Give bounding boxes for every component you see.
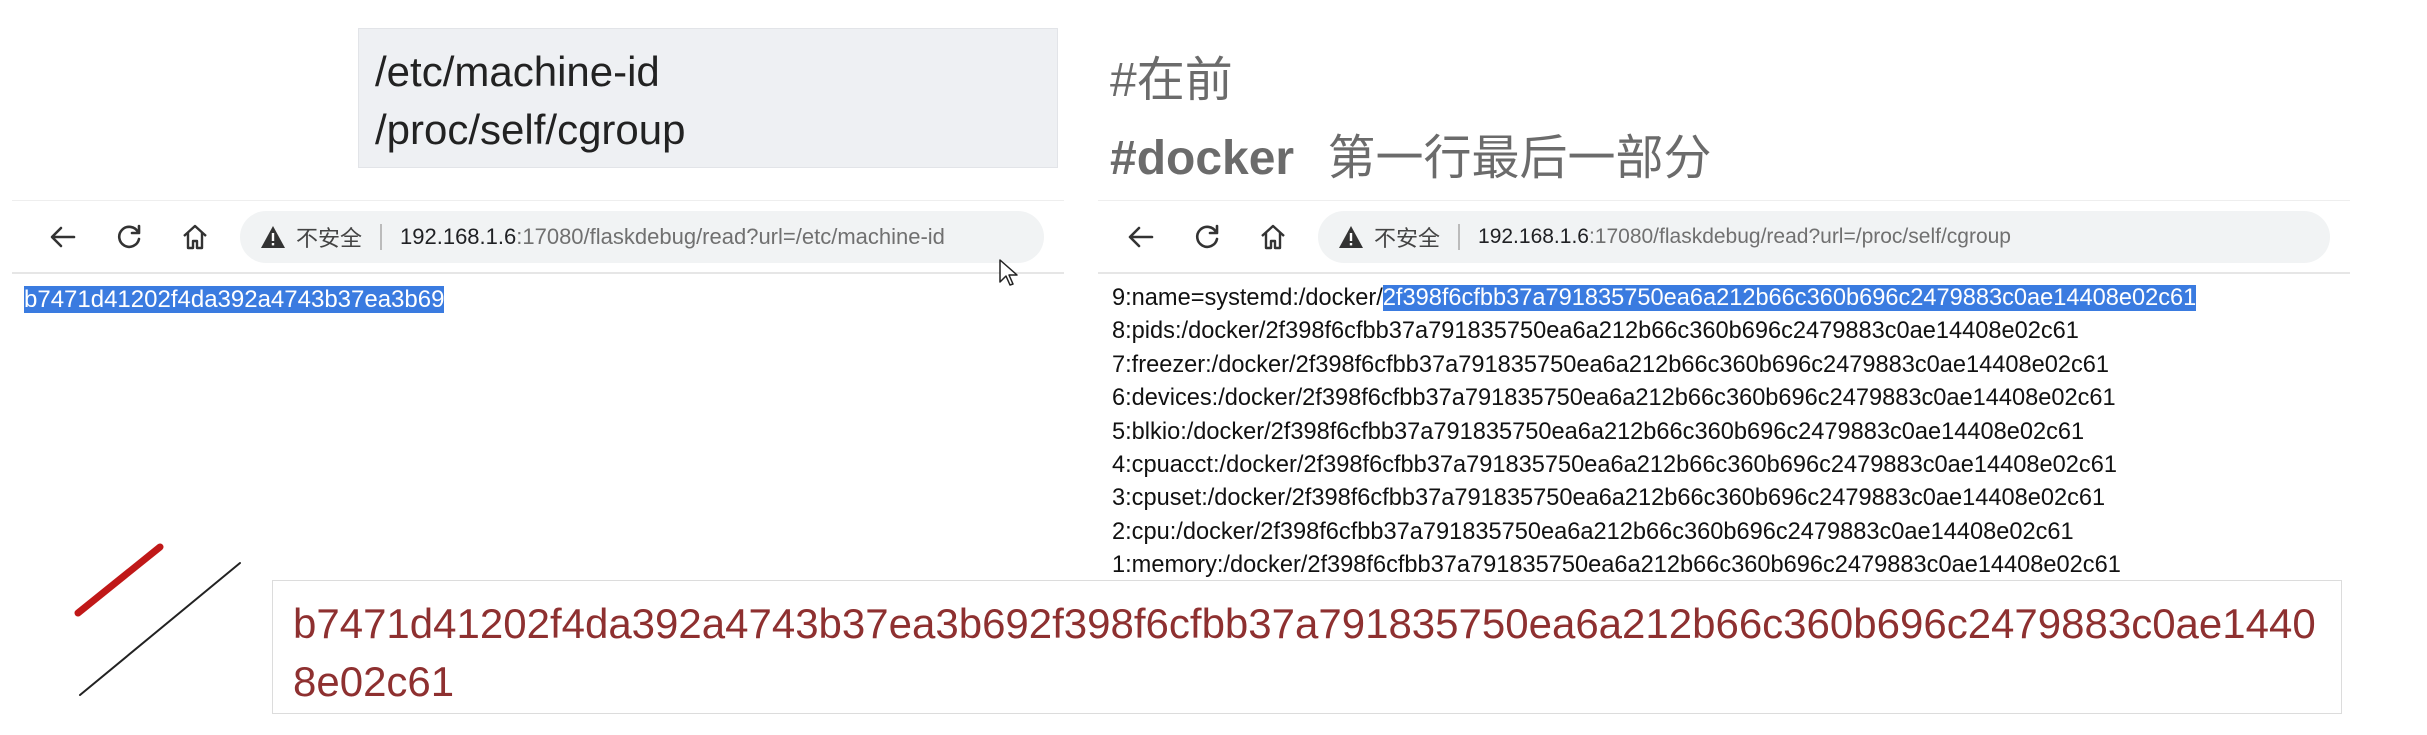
back-arrow-icon[interactable] [1126, 222, 1156, 252]
cgroup-line: 5:blkio:/docker/2f398f6cfbb37a791835750e… [1112, 418, 2085, 445]
address-bar-left[interactable]: 不安全 192.168.1.6:17080/flaskdebug/read?ur… [240, 211, 1044, 263]
url-host: 192.168.1.6 [400, 224, 517, 249]
note-docker-text: 第一行最后一部分 [1327, 132, 1712, 185]
cgroup-output: 9:name=systemd:/docker/2f398f6cfbb37a791… [1112, 282, 2197, 583]
url-path: :17080/flaskdebug/read?url=/etc/machine-… [516, 224, 945, 249]
address-bar-right[interactable]: 不安全 192.168.1.6:17080/flaskdebug/read?ur… [1318, 211, 2330, 263]
note-docker: #docker 第一行最后一部分 [1110, 118, 1711, 188]
cgroup-line: 2:cpu:/docker/2f398f6cfbb37a791835750ea6… [1112, 518, 2074, 545]
cgroup-line-systemd: 9:name=systemd:/docker/2f398f6cfbb37a791… [1112, 282, 2197, 315]
cgroup-line-prefix: 9:name=systemd:/docker/ [1112, 285, 1383, 311]
back-arrow-icon[interactable] [48, 222, 78, 252]
black-pen-stroke [79, 562, 241, 696]
cgroup-line: 4:cpuacct:/docker/2f398f6cfbb37a79183575… [1112, 452, 2117, 479]
toolbar-divider-right [1098, 272, 2350, 274]
browser-toolbar-left: 不安全 192.168.1.6:17080/flaskdebug/read?ur… [12, 200, 1064, 273]
machine-id-output: b7471d41202f4da392a4743b37ea3b69 [24, 286, 445, 314]
combined-id-result: b7471d41202f4da392a4743b37ea3b692f398f6c… [272, 580, 2342, 714]
address-separator [1458, 224, 1461, 250]
browser-toolbar-right: 不安全 192.168.1.6:17080/flaskdebug/read?ur… [1098, 200, 2350, 273]
cgroup-line: 3:cpuset:/docker/2f398f6cfbb37a791835750… [1112, 485, 2106, 512]
file-paths-box: /etc/machine-id /proc/self/cgroup [358, 28, 1058, 168]
cgroup-line: 7:freezer:/docker/2f398f6cfbb37a79183575… [1112, 351, 2110, 378]
warning-icon [261, 226, 285, 248]
not-secure-label: 不安全 [296, 226, 363, 251]
home-icon[interactable] [180, 222, 210, 252]
not-secure-label: 不安全 [1374, 226, 1441, 251]
cgroup-line: 6:devices:/docker/2f398f6cfbb37a79183575… [1112, 385, 2116, 412]
machine-id-selected: b7471d41202f4da392a4743b37ea3b69 [24, 286, 445, 313]
container-id-selected: 2f398f6cfbb37a791835750ea6a212b66c360b69… [1382, 285, 2197, 311]
note-before: #在前 [1110, 54, 1233, 107]
note-docker-prefix: #docker [1110, 132, 1295, 185]
url-path: :17080/flaskdebug/read?url=/proc/self/cg… [1588, 225, 2011, 248]
reload-icon[interactable] [114, 222, 144, 252]
url-host: 192.168.1.6 [1478, 225, 1589, 248]
path-cgroup: /proc/self/cgroup [375, 106, 686, 153]
cgroup-line: 1:memory:/docker/2f398f6cfbb37a791835750… [1112, 552, 2121, 579]
home-icon[interactable] [1258, 222, 1288, 252]
red-pen-stroke [74, 543, 164, 617]
cgroup-line: 8:pids:/docker/2f398f6cfbb37a791835750ea… [1112, 318, 2079, 345]
path-machine-id: /etc/machine-id [375, 48, 660, 95]
warning-icon [1339, 226, 1363, 248]
mouse-cursor-icon [999, 259, 1018, 286]
address-separator [380, 224, 383, 250]
pen-annotation [74, 543, 241, 696]
reload-icon[interactable] [1192, 222, 1222, 252]
toolbar-divider-left [12, 272, 1064, 274]
